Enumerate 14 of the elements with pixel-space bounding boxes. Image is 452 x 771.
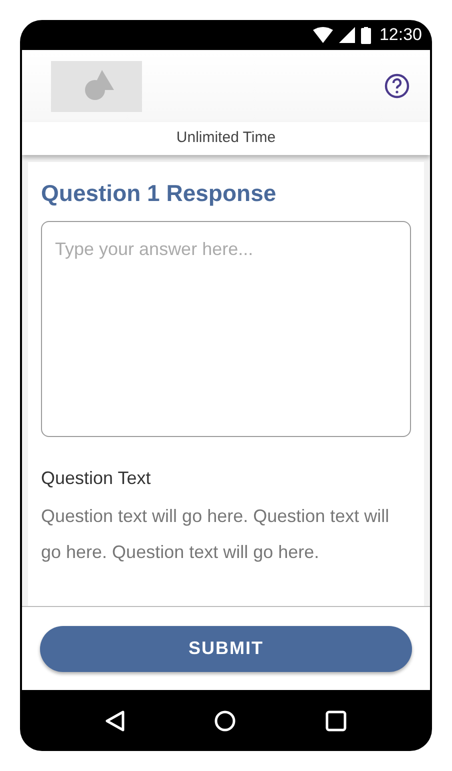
answer-field[interactable]: Type your answer here...: [41, 220, 411, 436]
status-time: 12:30: [379, 24, 422, 46]
battery-icon: [361, 26, 372, 44]
wifi-icon: [313, 27, 334, 43]
submit-button[interactable]: SUBMIT: [40, 626, 412, 672]
question-heading: Question Text: [41, 466, 152, 490]
help-icon[interactable]: [384, 73, 410, 99]
timer-label: Unlimited Time: [176, 128, 276, 148]
back-icon[interactable]: [104, 710, 125, 732]
recents-icon[interactable]: [325, 710, 348, 732]
response-title: Question 1 Response: [41, 179, 278, 208]
question-body: Question text will go here. Question text will go here. Question text will go here.: [41, 504, 390, 564]
home-icon[interactable]: [214, 710, 236, 732]
signal-icon: [339, 27, 356, 43]
